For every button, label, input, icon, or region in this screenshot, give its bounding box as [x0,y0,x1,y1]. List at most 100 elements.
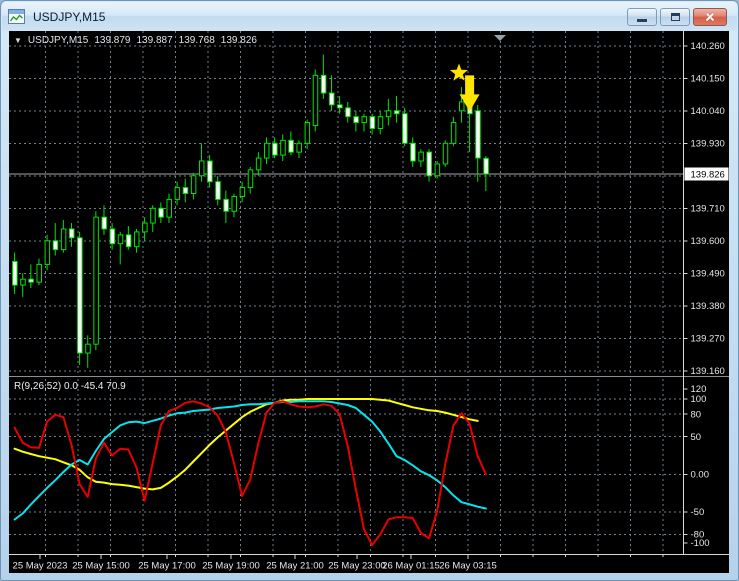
candle [247,169,254,189]
indicator-scale-label: 80 [691,409,702,420]
candle [198,160,205,177]
candle [117,234,124,245]
ohlc-symbol: USDJPY,M15 [27,35,89,46]
candle [385,110,392,118]
time-axis[interactable]: 25 May 2023 25 May 15:00 25 May 17:00 25 Ma… [13,554,664,572]
candle [337,104,343,109]
candle [475,110,481,159]
candle [255,157,262,171]
price-axis-label: 140.040 [691,106,725,117]
candle [231,195,237,212]
price-axis-label: 140.260 [691,41,725,52]
price-axis-label: 139.270 [691,333,725,344]
candle [20,278,26,286]
candle [223,198,229,212]
current-price-label: 139.826 [691,170,725,181]
chart-canvas[interactable]: 140.260 140.150 140.040 139.930 139.710 139.6… [9,31,729,573]
candle [426,151,432,177]
ohlc-close: 139.826 [220,35,257,46]
time-axis-label: 25 May 2023 [13,561,68,572]
time-axis-label: 25 May 23:00 [328,561,386,572]
candle [158,207,164,218]
price-axis-label: 139.710 [691,203,725,214]
candle [142,222,148,233]
ohlc-header[interactable]: ▼ USDJPY,M15 139.879 139.887 139.768 139… [14,35,257,46]
time-axis-label: 26 May 01:15 [382,561,440,572]
candle [328,92,335,106]
chart-window-icon [8,9,25,24]
candle [190,175,197,194]
indicator-label: R(9,26,52) 0.0 -45.4 70.9 [14,381,126,392]
indicator-scale-label: 100 [691,394,707,405]
candle [402,113,408,144]
candle [93,216,99,345]
chart-shift-marker[interactable] [494,35,506,41]
candle [182,187,189,194]
window-titlebar[interactable]: USDJPY,M15 [2,2,737,31]
candles-series [12,54,489,368]
candle [174,187,181,200]
chart-window: USDJPY,M15 140.260 140.150 140.040 139.930 1… [0,0,739,581]
indicator-scale-label: -100 [691,538,710,549]
indicator-scale-label: 0.00 [691,470,710,481]
price-axis[interactable]: 140.260 140.150 140.040 139.930 139.710 139.6… [683,41,729,549]
ohlc-low: 139.768 [178,35,215,46]
candle [263,142,270,159]
time-axis-label: 25 May 21:00 [266,561,324,572]
candle [166,198,172,218]
restore-button[interactable] [660,7,690,26]
chart-client-area: 140.260 140.150 140.040 139.930 139.710 139.6… [9,31,729,573]
indicator-yellow-line [13,398,479,491]
price-axis-label: 139.490 [691,268,725,279]
candle [288,139,294,153]
price-axis-label: 139.380 [691,301,725,312]
candle [377,116,384,130]
candle [296,142,302,153]
price-axis-label: 139.160 [691,366,725,377]
candle [304,122,311,144]
candle [36,263,42,283]
candle [312,74,319,127]
time-axis-label: 25 May 15:00 [72,561,130,572]
candle [369,116,376,130]
indicator-red-line [13,400,487,547]
candle [410,142,416,162]
indicator-scale-label: 50 [691,432,702,443]
candle [418,151,424,162]
candle [393,110,400,115]
symbol-dropdown-icon[interactable]: ▼ [14,36,22,45]
candle [125,234,132,248]
candle [28,278,34,283]
minimize-button[interactable] [627,7,657,26]
candle [353,116,359,124]
ohlc-open: 139.879 [94,35,131,46]
time-axis-label: 25 May 17:00 [138,561,196,572]
minimize-icon [637,19,647,22]
chart-annotations [449,35,506,112]
price-axis-label: 139.930 [691,138,725,149]
candle [272,142,278,156]
indicator-scale-label: -50 [691,507,705,518]
candle [450,122,457,144]
candle [60,228,67,251]
ohlc-high: 139.887 [136,35,173,46]
candle [442,142,449,165]
candle [280,139,286,156]
candle [44,240,51,265]
candle [52,240,59,251]
candle [133,231,140,248]
candle [239,187,246,197]
candle [483,157,489,175]
price-axis-label: 140.150 [691,73,725,84]
candle [320,74,327,94]
candle [77,237,83,354]
window-title: USDJPY,M15 [33,9,106,24]
candle [361,116,367,124]
candle [215,181,221,200]
close-icon [704,11,716,23]
candle [101,216,107,230]
time-axis-label: 25 May 19:00 [202,561,260,572]
candle [458,101,465,112]
close-button[interactable] [693,7,727,26]
candle [68,228,75,239]
